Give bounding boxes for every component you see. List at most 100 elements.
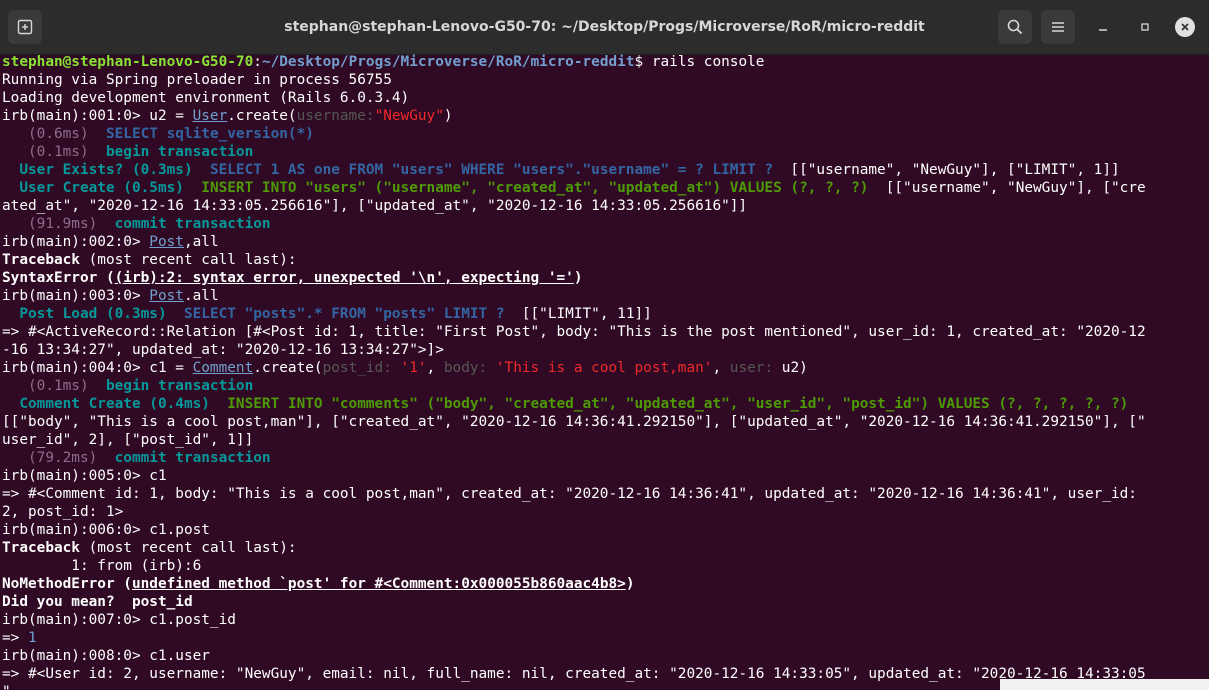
sql-statement: INSERT INTO "users" ("username", "create… — [201, 180, 869, 196]
sql-log-line: User Exists? (0.3ms) SELECT 1 AS one FRO… — [2, 161, 1207, 179]
sql-timing: (0.6ms) — [2, 126, 106, 142]
minimize-icon — [1099, 29, 1107, 31]
terminal-line: user_id", 2], ["post_id", 1]] — [2, 432, 254, 448]
result-line: 2, post_id: 1> — [2, 504, 124, 520]
irb-prompt: irb(main):002:0> — [2, 234, 150, 250]
result-line: => #<ActiveRecord::Relation [#<Post id: … — [2, 324, 1146, 340]
prompt-command: $ rails console — [634, 54, 765, 70]
irb-input-line: irb(main):002:0> Post,all — [2, 233, 1207, 251]
sql-statement: begin transaction — [105, 144, 254, 160]
keyword-arg: username: — [296, 108, 375, 124]
close-icon — [1181, 23, 1189, 31]
error-class: SyntaxError ( — [2, 270, 115, 286]
sql-label: User Create (0.5ms) — [19, 180, 184, 196]
error-line: NoMethodError (undefined method `post' f… — [2, 575, 1207, 593]
keyword-arg: body: — [443, 360, 488, 376]
method-call: ,all — [183, 234, 219, 250]
prompt-colon: : — [253, 54, 262, 70]
class-name: Comment — [192, 360, 254, 376]
irb-input-line: irb(main):005:0> c1 — [2, 468, 167, 484]
sql-label: Comment Create (0.4ms) — [19, 396, 210, 412]
menu-button[interactable] — [1041, 10, 1075, 44]
class-name: User — [192, 108, 228, 124]
result-arrow: => — [2, 630, 28, 646]
keyword-arg: post_id: — [322, 360, 392, 376]
terminal-line: Loading development environment (Rails 6… — [2, 90, 410, 106]
traceback-rest: (most recent call last): — [79, 252, 297, 268]
sql-log-line: (91.9ms) commit transaction — [2, 215, 1207, 233]
paren: ) — [573, 270, 583, 286]
traceback-frame: 1: from (irb):6 — [2, 558, 202, 574]
terminal-output[interactable]: stephan@stephan-Lenovo-G50-70:~/Desktop/… — [2, 53, 1207, 690]
did-you-mean: Did you mean? post_id — [2, 594, 193, 610]
sql-label: User Exists? (0.3ms) — [19, 162, 193, 178]
error-message: undefined method `post' for #<Comment:0x… — [131, 576, 626, 592]
sql-timing: (0.1ms) — [2, 378, 106, 394]
sql-log-line: (0.6ms) SELECT sqlite_version(*) — [2, 125, 1207, 143]
irb-input-line: irb(main):006:0> c1.post — [2, 522, 210, 538]
sql-log-line: User Create (0.5ms) INSERT INTO "users" … — [2, 179, 1207, 197]
search-icon — [1007, 19, 1023, 35]
class-name: Post — [149, 234, 184, 250]
sql-timing: (79.2ms) — [2, 450, 115, 466]
new-tab-button[interactable] — [8, 10, 42, 44]
sql-log-line: Comment Create (0.4ms) INSERT INTO "comm… — [2, 395, 1207, 413]
result-line: => 1 — [2, 629, 1207, 647]
argument-tail: u2) — [773, 360, 808, 376]
comma: , — [712, 360, 730, 376]
sql-statement: commit transaction — [114, 450, 271, 466]
sql-statement: INSERT INTO "comments" ("body", "created… — [227, 396, 1129, 412]
method-call: .create( — [253, 360, 323, 376]
irb-prompt: irb(main):004:0> c1 = — [2, 360, 193, 376]
maximize-button[interactable] — [1132, 14, 1158, 40]
error-message: (irb):2: syntax error, unexpected '\n', … — [114, 270, 574, 286]
terminal-line: ated_at", "2020-12-16 14:33:05.256616"],… — [2, 198, 748, 214]
close-button[interactable] — [1175, 17, 1195, 37]
sql-binds: [["username", "NewGuy"], ["LIMIT", 1]] — [773, 162, 1120, 178]
comma: , — [426, 360, 444, 376]
sql-log-line: (0.1ms) begin transaction — [2, 143, 1207, 161]
sql-log-line: (79.2ms) commit transaction — [2, 449, 1207, 467]
class-name: Post — [149, 288, 184, 304]
keyword-arg: user: — [729, 360, 774, 376]
irb-input-line: irb(main):004:0> c1 = Comment.create(pos… — [2, 359, 1207, 377]
window-title: stephan@stephan-Lenovo-G50-70: ~/Desktop… — [284, 19, 925, 35]
prompt-user: stephan@stephan-Lenovo-G50-70 — [2, 54, 254, 70]
method-call: .create( — [227, 108, 297, 124]
suggestion-line: Did you mean? post_id — [2, 593, 1207, 611]
result-number: 1 — [28, 630, 37, 646]
paren: ) — [443, 108, 453, 124]
search-button[interactable] — [998, 10, 1032, 44]
minimize-button[interactable] — [1090, 14, 1116, 40]
error-line: SyntaxError ((irb):2: syntax error, unex… — [2, 269, 1207, 287]
sql-timing: (0.1ms) — [2, 144, 106, 160]
traceback-rest: (most recent call last): — [79, 540, 297, 556]
sql-statement: commit transaction — [114, 216, 271, 232]
sql-label: Post Load (0.3ms) — [19, 306, 167, 322]
traceback-line: Traceback (most recent call last): — [2, 251, 1207, 269]
terminal-line: [["body", "This is a cool post,man"], ["… — [2, 414, 1146, 430]
terminal-line: stephan@stephan-Lenovo-G50-70:~/Desktop/… — [2, 53, 1207, 71]
maximize-icon — [1141, 23, 1149, 31]
paren: ) — [625, 576, 635, 592]
error-class: NoMethodError ( — [2, 576, 132, 592]
new-tab-icon — [17, 19, 33, 35]
traceback-line: Traceback (most recent call last): — [2, 539, 1207, 557]
sql-statement: SELECT 1 AS one FROM "users" WHERE "user… — [209, 162, 774, 178]
sql-log-line: (0.1ms) begin transaction — [2, 377, 1207, 395]
string-literal: '1' — [391, 360, 427, 376]
desktop-corner-overlay — [1000, 679, 1209, 690]
terminal-line: Running via Spring preloader in process … — [2, 72, 392, 88]
irb-prompt: irb(main):003:0> — [2, 288, 150, 304]
sql-statement: begin transaction — [105, 378, 254, 394]
traceback-label: Traceback — [2, 252, 80, 268]
string-literal: "NewGuy" — [374, 108, 444, 124]
